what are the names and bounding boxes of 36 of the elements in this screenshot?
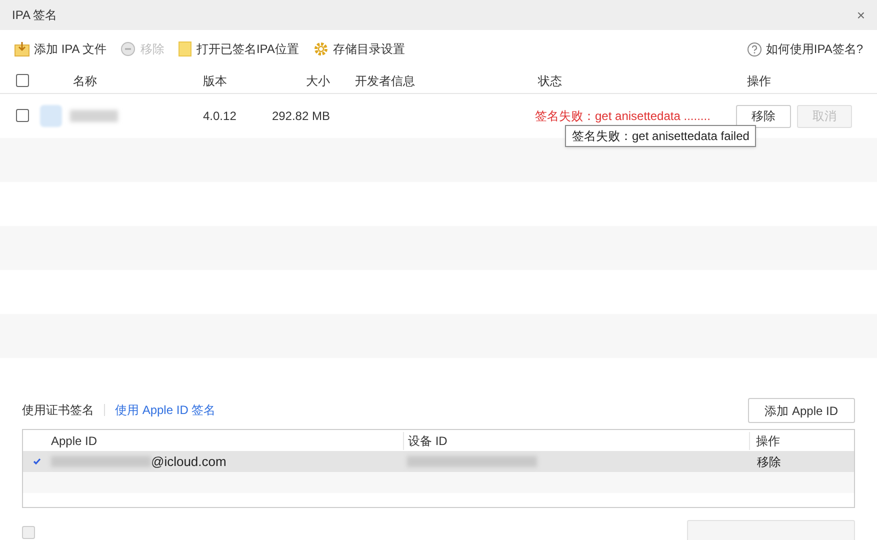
help-link[interactable]: 如何使用IPA签名? — [746, 40, 863, 58]
table-cell-text: 292.82 MB — [270, 108, 330, 125]
column-header: 版本 — [202, 72, 228, 90]
toolbar-button[interactable]: 打开已签名IPA位置 — [178, 40, 299, 58]
tooltip: 签名失败：get anisettedata failed — [565, 125, 756, 147]
status-text: 签名失败：get anisettedata ........ — [535, 109, 710, 123]
window-title: IPA 签名 — [12, 7, 58, 24]
settings-icon — [312, 41, 329, 57]
toolbar-button[interactable]: 存储目录设置 — [312, 40, 405, 58]
column-header: 名称 — [72, 72, 98, 90]
folder-icon — [178, 41, 192, 57]
help-icon — [746, 42, 762, 56]
remove-icon — [120, 41, 136, 57]
sign-mode-tab[interactable]: 使用证书签名 — [22, 401, 94, 419]
close-button[interactable]: × — [856, 8, 865, 22]
table-cell-text: 4.0.12 — [202, 108, 238, 125]
add-apple-id-button[interactable]: 添加 Apple ID — [748, 398, 855, 423]
column-header: Apple ID — [50, 432, 98, 450]
column-header: 开发者信息 — [354, 72, 416, 90]
app-icon — [40, 105, 62, 127]
email-domain: @icloud.com — [151, 452, 226, 471]
sign-mode-tab[interactable]: 使用 Apple ID 签名 — [115, 401, 216, 419]
column-header: 大小 — [305, 72, 330, 90]
column-header: 操作 — [749, 432, 780, 450]
table-cell-text: 移除 — [756, 454, 781, 470]
account-row[interactable]: @icloud.com 移除 — [23, 451, 854, 472]
checkbox[interactable] — [16, 74, 29, 87]
toolbar-button[interactable]: 添加 IPA 文件 — [14, 40, 106, 58]
row-action-button[interactable]: 移除 — [736, 104, 791, 128]
column-header: 操作 — [746, 72, 772, 90]
blurred-app-name — [70, 110, 118, 122]
download-folder-icon — [14, 41, 30, 57]
column-header: 状态 — [537, 72, 563, 90]
column-header: 设备 ID — [403, 432, 749, 450]
checkbox[interactable] — [16, 109, 29, 122]
checkmark-icon — [33, 458, 41, 465]
